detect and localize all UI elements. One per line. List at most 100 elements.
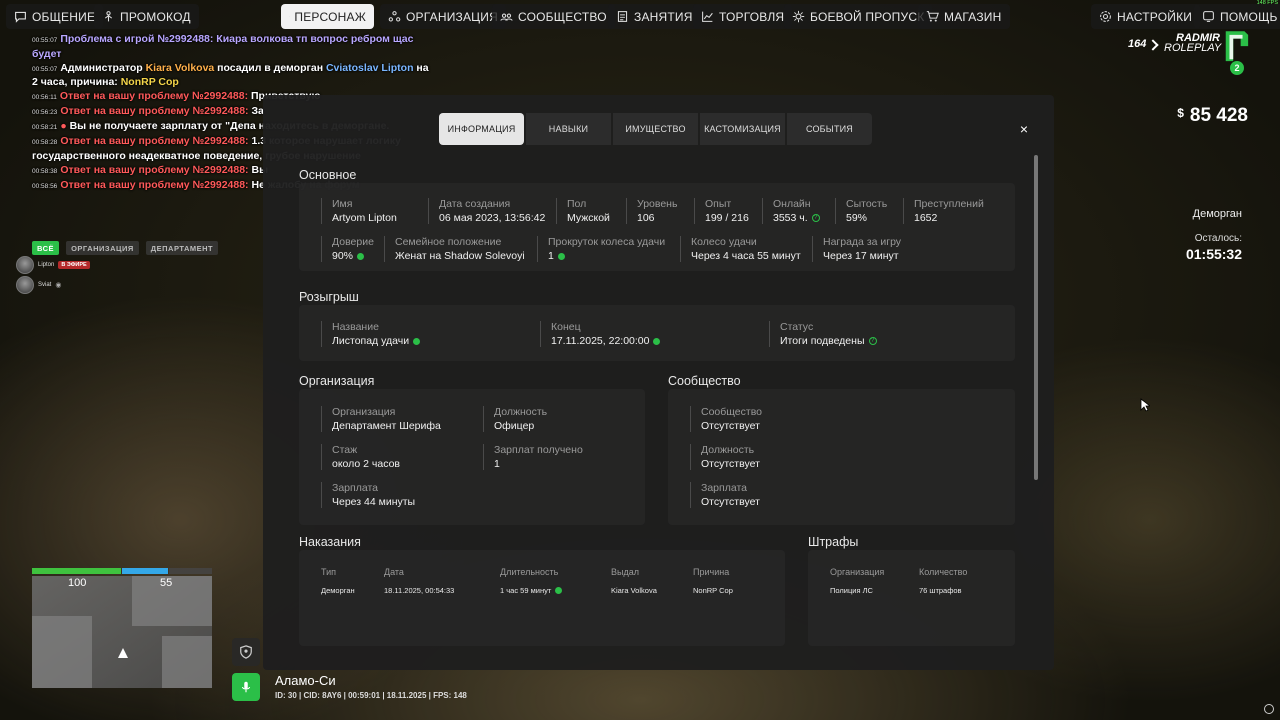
table-cell-text: 1 час 59 минут <box>500 586 552 595</box>
radmir-logo: 164 RADMIR ROLEPLAY 2 <box>1126 28 1251 78</box>
info-field: Название Листопад удачи <box>321 321 421 347</box>
health-bar <box>32 568 121 574</box>
field-label: Преступлений <box>914 198 984 210</box>
nav-organization-label: ОРГАНИЗАЦИЯ <box>406 9 498 24</box>
field-value: Через 17 минут <box>823 250 901 262</box>
field-label: Стаж <box>332 444 358 456</box>
nav-community-label: СООБЩЕСТВО <box>518 9 607 24</box>
avatar <box>16 256 34 274</box>
nav-help-button[interactable]: ПОМОЩЬ <box>1194 4 1280 29</box>
modal-tab[interactable]: НАВЫКИ <box>526 113 611 145</box>
organization-card: Организация Департамент Шерифа Должность Оф… <box>299 389 645 525</box>
info-field: Уровень 106 <box>626 198 677 224</box>
field-value-text: Отсутствует <box>701 496 760 508</box>
field-value-text: 1 <box>548 250 554 262</box>
microphone-button[interactable] <box>232 673 260 701</box>
nav-tasks-button[interactable]: ЗАНЯТИЯ <box>608 4 701 29</box>
chat-tab[interactable]: ОРГАНИЗАЦИЯ <box>66 241 139 255</box>
section-title-organization: Организация <box>299 374 375 388</box>
chat-text: Ответ на вашу проблему №2992488: <box>60 178 252 191</box>
status-dot-icon <box>653 337 661 345</box>
field-value: 199 / 216 <box>705 212 749 224</box>
nav-battlepass-button[interactable]: БОЕВОЙ ПРОПУСК <box>784 4 933 29</box>
community-card: Сообщество Отсутствует Должность Отсутствуе… <box>668 389 1015 525</box>
health-value: 100 <box>68 577 87 589</box>
logo-server-badge: 2 <box>1230 61 1244 75</box>
question-icon[interactable]: ? <box>868 337 877 345</box>
section-title-fines: Штрафы <box>808 535 859 549</box>
armor-bar <box>122 568 168 574</box>
field-value-text: Департамент Шерифа <box>332 420 441 432</box>
field-value-text: Отсутствует <box>701 458 760 470</box>
nav-character-button[interactable]: ПЕРСОНАЖ <box>281 4 374 29</box>
nav-organization-button[interactable]: ОРГАНИЗАЦИЯ <box>380 4 506 29</box>
field-value-text: 3553 ч. <box>773 212 808 224</box>
nav-trade-button[interactable]: ТОРГОВЛЯ <box>693 4 793 29</box>
promo-icon <box>104 11 113 22</box>
modal-tab[interactable]: СОБЫТИЯ <box>787 113 872 145</box>
field-label: Уровень <box>637 198 678 210</box>
basic-info-card: Имя Artyom Lipton Дата создания 06 мая 2023… <box>299 183 1015 271</box>
modal-tab[interactable]: ИМУЩЕСТВО <box>613 113 698 145</box>
question-icon[interactable]: ? <box>811 214 820 222</box>
chat-timestamp: 00:58:21 <box>32 124 58 131</box>
tasks-icon <box>617 11 628 22</box>
field-value: Департамент Шерифа <box>332 420 441 432</box>
field-value-text: Офицер <box>494 420 535 432</box>
table-cell-text: Kiara Volkova <box>611 586 657 595</box>
scrollbar[interactable] <box>1034 155 1038 480</box>
nav-promo-button[interactable]: ПРОМОКОД <box>94 4 199 29</box>
settings-corner-icon[interactable] <box>1264 704 1274 714</box>
info-field: Стаж около 2 часов <box>321 444 400 470</box>
top-nav-bar: ОБЩЕНИЕ ПРОМОКОД ПЕРСОНАЖ ОРГАНИЗАЦИЯ СО… <box>0 0 1280 34</box>
info-field: Дата создания 06 мая 2023, 13:56:42 <box>428 198 545 224</box>
table-header: Причина <box>693 567 730 577</box>
chat-tab[interactable]: ВСЁ <box>32 241 60 255</box>
field-label: Прокруток колеса удачи <box>548 236 666 248</box>
nav-settings-button[interactable]: НАСТРОЙКИ <box>1091 4 1201 29</box>
player-arrow-icon <box>118 648 128 658</box>
field-value: 17.11.2025, 22:00:00 <box>551 335 661 347</box>
field-value: Офицер <box>494 420 547 432</box>
minimap <box>32 576 212 688</box>
field-value-text: 90% <box>332 250 354 262</box>
field-value-text: 59% <box>846 212 868 224</box>
info-field: Опыт 199 / 216 <box>694 198 749 224</box>
close-icon[interactable]: × <box>1020 121 1028 137</box>
field-value: 1652 <box>914 212 984 224</box>
field-label: Организация <box>332 406 396 418</box>
field-value: Через 44 минуты <box>332 496 415 508</box>
table-cell: NonRP Cop <box>693 586 733 595</box>
chat-line: 00:55:07 Администратор Kiara Volkova поса… <box>32 62 437 90</box>
section-title-basic: Основное <box>299 168 357 182</box>
field-value-text: Листопад удачи <box>332 335 410 347</box>
field-label: Колесо удачи <box>691 236 757 248</box>
modal-tab[interactable]: ИНФОРМАЦИЯ <box>439 113 524 145</box>
armor-value: 55 <box>160 577 173 589</box>
chat-tab[interactable]: ДЕПАРТАМЕНТ <box>145 241 219 255</box>
giveaway-card: Название Листопад удачи Конец 17.11.2025, 2… <box>299 305 1015 361</box>
field-label: Доверие <box>332 236 374 248</box>
logo-arrow-icon <box>1147 39 1159 51</box>
field-label: Сообщество <box>701 406 762 418</box>
info-field: Должность Отсутствует <box>690 444 760 470</box>
field-value: 1 <box>494 458 583 470</box>
chat-timestamp: 00:58:56 <box>32 182 58 190</box>
info-field: Организация Департамент Шерифа <box>321 406 441 432</box>
field-value-text: Мужской <box>567 212 610 224</box>
info-field: Зарплат получено 1 <box>483 444 583 470</box>
section-title-punishments: Наказания <box>299 535 361 549</box>
chat-text: ● <box>60 120 70 132</box>
table-cell: Kiara Volkova <box>611 586 657 595</box>
logo-online-count: 164 <box>1128 38 1147 50</box>
nav-community-button[interactable]: СООБЩЕСТВО <box>492 4 615 29</box>
nav-chat-button[interactable]: ОБЩЕНИЕ <box>6 4 104 29</box>
shield-button[interactable] <box>232 638 260 666</box>
modal-tab[interactable]: КАСТОМИЗАЦИЯ <box>700 113 785 145</box>
nav-chat-label: ОБЩЕНИЕ <box>32 9 96 24</box>
nav-shop-button[interactable]: МАГАЗИН <box>918 4 1010 29</box>
field-value: Отсутствует <box>701 496 760 508</box>
field-label: Зарплат получено <box>494 444 583 456</box>
fines-card: Организация Количество Полиция ЛС 76 штрафо… <box>808 550 1015 646</box>
field-value-text: 199 / 216 <box>705 212 749 224</box>
